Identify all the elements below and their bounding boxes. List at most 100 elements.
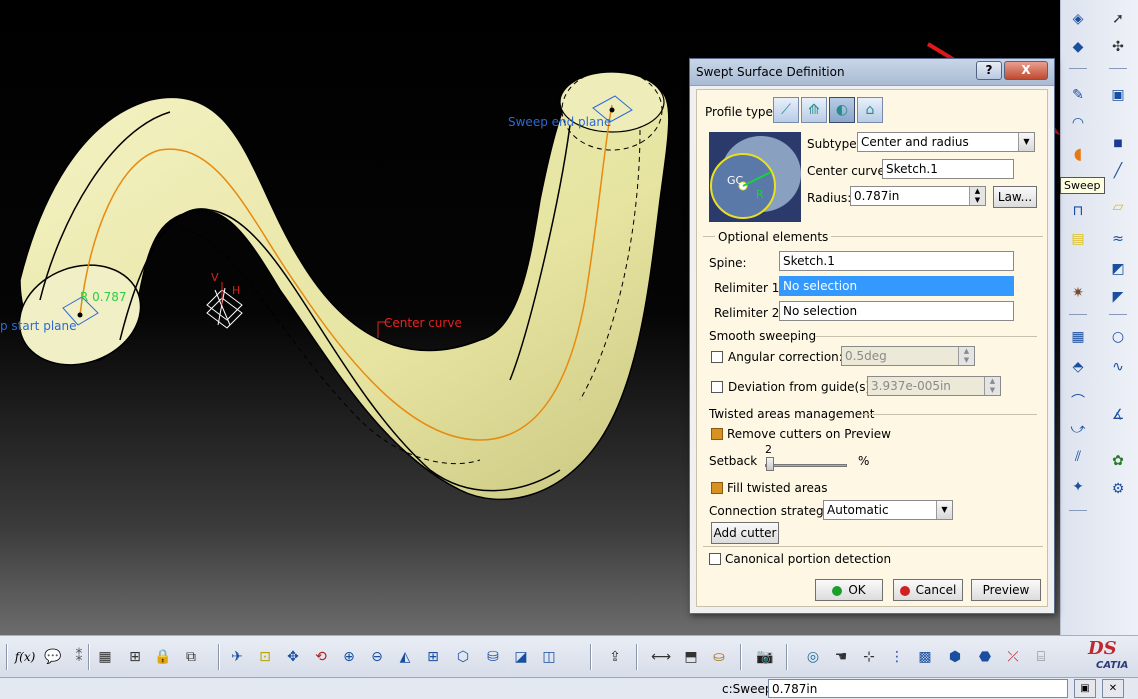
- capture-icon[interactable]: 📷: [754, 646, 776, 668]
- deviation-checkbox[interactable]: [711, 381, 723, 393]
- preview-button[interactable]: Preview: [971, 579, 1041, 601]
- sweep-icon[interactable]: ◖: [1067, 142, 1089, 164]
- normal-view-icon[interactable]: ◭: [394, 646, 416, 668]
- extrude-icon[interactable]: ◈: [1067, 8, 1089, 30]
- solid-icon[interactable]: ⬣: [974, 646, 996, 668]
- add-cutter-button[interactable]: Add cutter: [711, 522, 779, 544]
- surface-icon[interactable]: ◆: [1067, 36, 1089, 58]
- swap-icon[interactable]: ◎: [802, 646, 824, 668]
- canonical-label: Canonical portion detection: [725, 552, 892, 566]
- disabled-icon[interactable]: ⌸: [1030, 646, 1052, 668]
- law-button[interactable]: Law...: [993, 186, 1037, 208]
- profile-type-line-icon[interactable]: ⟰: [801, 97, 827, 123]
- setback-slider-thumb[interactable]: [765, 457, 774, 471]
- subtype-dropdown[interactable]: Center and radius ▼: [857, 132, 1035, 152]
- center-curve-field[interactable]: Sketch.1: [882, 159, 1014, 179]
- axis-icon[interactable]: ✷: [1067, 282, 1089, 304]
- pan-icon[interactable]: ✥: [282, 646, 304, 668]
- formula-icon[interactable]: f(x): [14, 646, 36, 668]
- split-icon[interactable]: ⬘: [1067, 356, 1089, 378]
- hierarchy-icon[interactable]: ⊞: [124, 646, 146, 668]
- hide-show-icon[interactable]: ◪: [510, 646, 532, 668]
- help-button[interactable]: ?: [976, 61, 1002, 80]
- extrapolate-icon[interactable]: ⫽: [1067, 446, 1089, 468]
- shading-icon[interactable]: ⛁: [482, 646, 504, 668]
- fillet-icon[interactable]: ⌒: [1067, 390, 1089, 412]
- knowledge-icon[interactable]: ⁑: [68, 646, 90, 668]
- cancel-button[interactable]: Cancel: [893, 579, 963, 601]
- zoom-in-icon[interactable]: ⊕: [338, 646, 360, 668]
- table-icon[interactable]: ▦: [94, 646, 116, 668]
- intersection-icon[interactable]: ◩: [1107, 258, 1129, 280]
- dialog-title: Swept Surface Definition: [696, 65, 845, 79]
- multi-view-icon[interactable]: ⊞: [422, 646, 444, 668]
- analysis-icon[interactable]: ⚙: [1107, 478, 1129, 500]
- spline-icon[interactable]: ∿: [1107, 356, 1129, 378]
- connection-strategy-dropdown[interactable]: Automatic ▼: [823, 500, 953, 520]
- select-arrow-icon[interactable]: ➚: [1107, 8, 1129, 30]
- profile-type-explicit-icon[interactable]: ⟋: [773, 97, 799, 123]
- fill-icon[interactable]: ⊓: [1067, 200, 1089, 222]
- law-icon[interactable]: ✦: [1067, 476, 1089, 498]
- angular-correction-checkbox[interactable]: [711, 351, 723, 363]
- setback-label: Setback: [709, 454, 758, 468]
- fly-mode-icon[interactable]: ✈: [226, 646, 248, 668]
- remove-cutters-checkbox[interactable]: [711, 428, 723, 440]
- dialog-titlebar[interactable]: Swept Surface Definition ? X: [690, 59, 1054, 86]
- command-input[interactable]: [768, 679, 1068, 698]
- measure-icon[interactable]: ⟷: [650, 646, 672, 668]
- fill-twisted-checkbox[interactable]: [711, 482, 723, 494]
- join-icon[interactable]: ▦: [1067, 326, 1089, 348]
- profile-type-conic-icon[interactable]: ⌂: [857, 97, 883, 123]
- axis-v-label: V: [211, 271, 219, 284]
- boundary-icon[interactable]: ✿: [1107, 450, 1129, 472]
- point-icon[interactable]: ■: [1107, 132, 1129, 154]
- measure-item-icon[interactable]: ⬒: [680, 646, 702, 668]
- corner-icon[interactable]: ∡: [1107, 404, 1129, 426]
- sweep-tooltip: Sweep: [1060, 177, 1105, 194]
- lock-icon[interactable]: 🔒: [152, 646, 174, 668]
- projection-icon[interactable]: ≈: [1107, 228, 1129, 250]
- profile-type-circle-icon[interactable]: ◐: [829, 97, 855, 123]
- spine-field[interactable]: Sketch.1: [779, 251, 1014, 271]
- status-minimize-button[interactable]: ▣: [1074, 679, 1096, 698]
- plane-icon[interactable]: ▱: [1107, 196, 1129, 218]
- close-button[interactable]: X: [1004, 61, 1048, 80]
- translate-icon[interactable]: ⤻: [1067, 418, 1089, 440]
- sketcher-icon[interactable]: ▣: [1107, 84, 1129, 106]
- measure-inertia-icon[interactable]: ⛀: [708, 646, 730, 668]
- axis-system-icon[interactable]: ⊹: [858, 646, 880, 668]
- update-icon[interactable]: ⇪: [604, 646, 626, 668]
- line-icon[interactable]: ╱: [1107, 160, 1129, 182]
- iso-view-icon[interactable]: ⬡: [452, 646, 474, 668]
- multi-select-icon[interactable]: ✣: [1107, 36, 1129, 58]
- canonical-checkbox[interactable]: [709, 553, 721, 565]
- box-icon[interactable]: ⬢: [944, 646, 966, 668]
- comment-icon[interactable]: 💬: [42, 646, 64, 668]
- swap-visible-icon[interactable]: ◫: [538, 646, 560, 668]
- deviation-label: Deviation from guide(s):: [728, 380, 875, 394]
- fit-all-icon[interactable]: ⊡: [254, 646, 276, 668]
- revolve-icon[interactable]: ◠: [1067, 112, 1089, 134]
- ok-button[interactable]: OK: [815, 579, 883, 601]
- status-cancel-button[interactable]: ✕: [1102, 679, 1124, 698]
- parallel-curve-icon[interactable]: ◤: [1107, 286, 1129, 308]
- sketch-icon[interactable]: ✎: [1067, 84, 1089, 106]
- tree-icon[interactable]: ⋮: [886, 646, 908, 668]
- grid-icon[interactable]: ▩: [914, 646, 936, 668]
- constraint-icon[interactable]: ⤫: [1002, 646, 1024, 668]
- radius-field[interactable]: 0.787in ▲ ▼: [850, 186, 986, 206]
- relimiter1-label: Relimiter 1:: [714, 281, 784, 295]
- center-curve-overlap-label: Center: [384, 316, 425, 330]
- hand-icon[interactable]: ☚: [830, 646, 852, 668]
- relimiter2-field[interactable]: No selection: [779, 301, 1014, 321]
- rotate-icon[interactable]: ⟲: [310, 646, 332, 668]
- offset-icon[interactable]: ▤: [1067, 228, 1089, 250]
- catalog-icon[interactable]: ⧉: [180, 646, 202, 668]
- profile-type-label: Profile type:: [705, 105, 777, 119]
- relimiter1-field[interactable]: No selection: [779, 276, 1014, 296]
- deviation-field[interactable]: 3.937e-005in ▲ ▼: [867, 376, 1001, 396]
- angular-correction-field[interactable]: 0.5deg ▲ ▼: [841, 346, 975, 366]
- zoom-out-icon[interactable]: ⊖: [366, 646, 388, 668]
- circle-icon[interactable]: ○: [1107, 326, 1129, 348]
